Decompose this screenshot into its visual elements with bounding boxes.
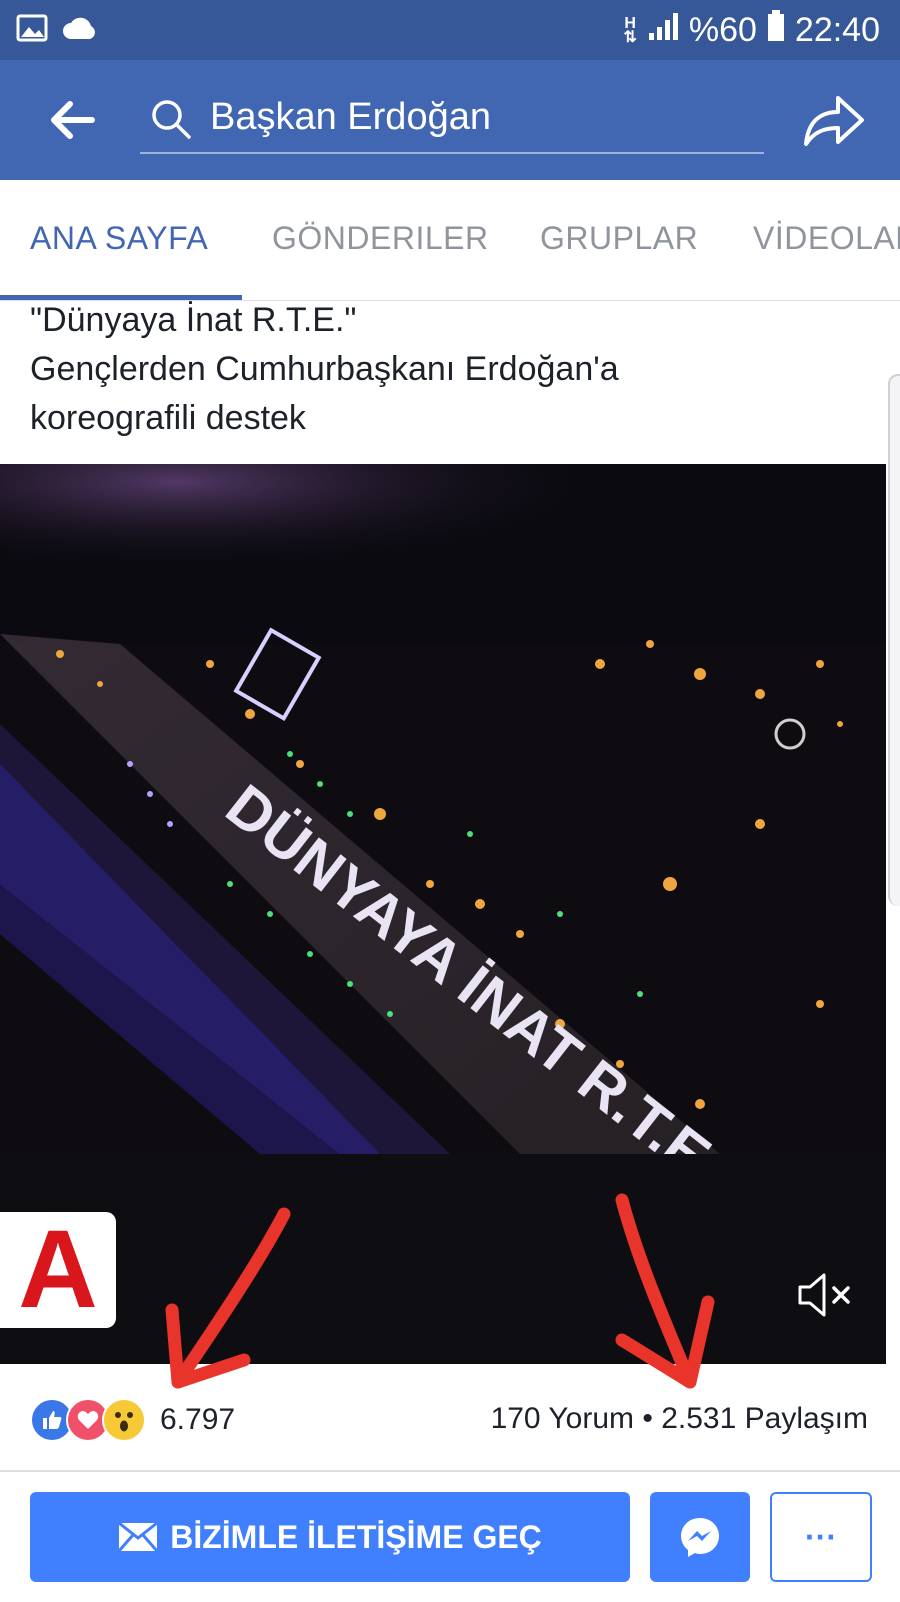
annotation-arrow-left [165,1207,291,1389]
more-options-label: ··· [805,1518,837,1555]
search-bar[interactable]: Başkan Erdoğan [140,88,764,154]
share-count[interactable]: 2.531 Paylaşım [661,1402,868,1435]
tab-posts[interactable]: GÖNDERILER [272,220,489,257]
envelope-icon [118,1522,159,1552]
messenger-icon [681,1518,719,1557]
wow-reaction-icon [102,1398,146,1442]
search-input[interactable]: Başkan Erdoğan [210,96,491,139]
video-player[interactable]: DÜNYAYA İNAT R.T.E [0,464,886,1364]
search-icon [152,100,191,139]
reaction-count: 6.797 [160,1403,236,1436]
stats-separator: • [642,1402,653,1435]
more-options-button[interactable]: ··· [770,1492,872,1582]
caption-line: Gençlerden Cumhurbaşkanı Erdoğan'a [30,350,619,388]
reaction-summary[interactable]: 6.797 [30,1398,235,1442]
battery-icon [767,10,785,51]
mute-button[interactable] [796,1270,856,1320]
annotation-arrow-right [615,1193,715,1389]
caption-line: "Dünyaya İnat R.T.E." [30,301,357,339]
signal-icon [647,11,679,50]
tab-videos[interactable]: VİDEOLAR [753,220,900,257]
comment-count[interactable]: 170 Yorum [491,1402,634,1435]
image-icon [16,14,48,47]
action-bar: BİZİMLE İLETİŞİME GEÇ ··· [0,1470,900,1602]
post-stats: 170 Yorum • 2.531 Paylaşım [491,1402,868,1436]
page-tabs: ANA SAYFA GÖNDERILER GRUPLAR VİDEOLAR [0,180,900,301]
channel-logo: A [0,1212,116,1328]
video-frame: DÜNYAYA İNAT R.T.E [0,464,886,1364]
cloud-icon [62,15,98,46]
post-caption: "Dünyaya İnat R.T.E." Gençlerden Cumhurb… [30,296,870,443]
back-arrow-icon [51,101,95,139]
share-button[interactable] [802,88,866,150]
data-arrows-icon: H ⇅ [623,14,637,46]
clock: 22:40 [794,11,880,49]
contact-us-label: BİZİMLE İLETİŞİME GEÇ [170,1518,542,1555]
back-button[interactable] [46,94,98,146]
share-icon [804,96,864,146]
messenger-button[interactable] [650,1492,750,1582]
tab-groups[interactable]: GRUPLAR [540,220,698,257]
status-bar: H ⇅ %60 22:40 [0,0,900,60]
muted-speaker-icon [798,1273,850,1317]
header-bar: Başkan Erdoğan [0,60,900,180]
battery-percent: %60 [688,11,757,49]
tab-home[interactable]: ANA SAYFA [30,220,208,257]
scrollbar[interactable] [888,374,900,906]
contact-us-button[interactable]: BİZİMLE İLETİŞİME GEÇ [30,1492,630,1582]
caption-line: koreografili destek [30,399,306,437]
